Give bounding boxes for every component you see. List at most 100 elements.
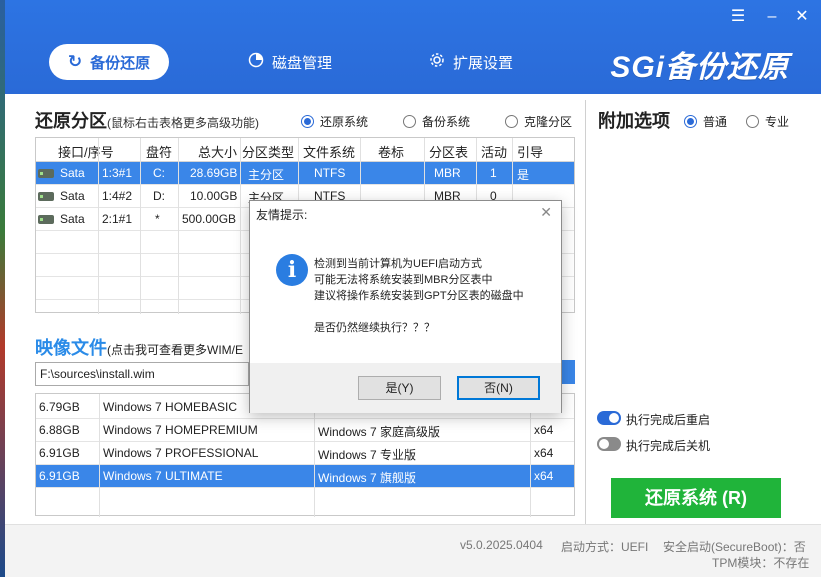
cell: Sata bbox=[60, 189, 85, 203]
dialog-footer: 是(Y) 否(N) bbox=[250, 363, 561, 413]
toggle-label: 执行完成后重启 bbox=[626, 413, 711, 427]
column-divider bbox=[99, 394, 100, 517]
column-divider bbox=[178, 138, 179, 314]
radio-dot bbox=[684, 115, 697, 128]
cell: 是 bbox=[517, 168, 530, 182]
boot-mode-text: 启动方式：UEFI bbox=[561, 540, 649, 554]
radio-dot bbox=[505, 115, 518, 128]
tab-backup-restore[interactable]: ↻ 备份还原 bbox=[49, 44, 169, 80]
cell: 主分区 bbox=[248, 168, 285, 182]
dialog-question: 是否仍然继续执行？？？ bbox=[314, 322, 435, 334]
disk-icon bbox=[38, 192, 54, 201]
dialog-title: 友情提示: bbox=[256, 208, 308, 222]
close-icon[interactable]: ✕ bbox=[791, 8, 813, 26]
pie-chart-icon bbox=[248, 52, 264, 72]
cell: 1 bbox=[490, 166, 497, 180]
cell: 6.79GB bbox=[39, 400, 80, 414]
toggle-shutdown-after[interactable] bbox=[597, 437, 621, 451]
toggle-restart-after[interactable] bbox=[597, 411, 621, 425]
radio-label: 专业 bbox=[765, 115, 790, 129]
dialog-message-line: 检测到当前计算机为UEFI启动方式 bbox=[314, 258, 483, 270]
cell: NTFS bbox=[314, 166, 346, 180]
cell: 28.69GB bbox=[190, 166, 238, 180]
tab-disk-management[interactable]: 磁盘管理 bbox=[248, 44, 332, 80]
col-header[interactable]: 接口/序号 bbox=[58, 142, 114, 161]
radio-dot bbox=[301, 115, 314, 128]
menu-icon[interactable]: ☰ bbox=[727, 8, 749, 26]
radio-clone-partition[interactable]: 克隆分区 bbox=[505, 113, 572, 130]
dialog-message-line: 可能无法将系统安装到MBR分区表中 bbox=[314, 274, 493, 286]
partition-section-title: 还原分区(鼠标右击表格更多高级功能) bbox=[35, 107, 259, 133]
image-path-input[interactable]: F:\sources\install.wim bbox=[35, 362, 249, 386]
tab-label: 磁盘管理 bbox=[272, 54, 333, 72]
radio-label: 备份系统 bbox=[422, 115, 471, 129]
col-header[interactable]: 总大小 bbox=[198, 142, 237, 161]
col-header[interactable]: 卷标 bbox=[378, 142, 404, 161]
col-header[interactable]: 活动 bbox=[481, 142, 507, 161]
table-row[interactable]: 6.91GB Windows 7 PROFESSIONAL Windows 7 … bbox=[36, 442, 574, 465]
warning-dialog: 友情提示: ✕ i 检测到当前计算机为UEFI启动方式 可能无法将系统安装到MB… bbox=[249, 200, 562, 413]
cell: x64 bbox=[534, 469, 554, 483]
cell: Windows 7 ULTIMATE bbox=[103, 469, 223, 483]
toggle-label: 执行完成后关机 bbox=[626, 439, 711, 453]
image-title: 映像文件 bbox=[35, 338, 107, 358]
column-divider bbox=[240, 138, 241, 314]
cell: 6.91GB bbox=[39, 469, 80, 483]
cell: x64 bbox=[534, 423, 554, 437]
tab-label: 扩展设置 bbox=[453, 54, 514, 72]
info-icon: i bbox=[276, 254, 308, 286]
restore-system-button[interactable]: 还原系统 (R) bbox=[611, 478, 781, 518]
image-section-title[interactable]: 映像文件(点击我可查看更多WIM/E bbox=[35, 334, 243, 360]
tab-extended-settings[interactable]: 扩展设置 bbox=[429, 44, 513, 80]
radio-restore-system[interactable]: 还原系统 bbox=[301, 113, 368, 130]
disk-icon bbox=[38, 215, 54, 224]
cell: Sata bbox=[60, 166, 85, 180]
cell: Windows 7 HOMEPREMIUM bbox=[103, 423, 258, 437]
table-row[interactable]: 6.91GB Windows 7 ULTIMATE Windows 7 旗舰版 … bbox=[36, 465, 574, 488]
radio-dot bbox=[403, 115, 416, 128]
cell: 6.91GB bbox=[39, 446, 80, 460]
radio-backup-system[interactable]: 备份系统 bbox=[403, 113, 470, 130]
close-icon[interactable]: ✕ bbox=[540, 204, 552, 221]
radio-pro-mode[interactable]: 专业 bbox=[746, 113, 789, 130]
column-divider bbox=[140, 138, 141, 314]
no-button[interactable]: 否(N) bbox=[457, 376, 540, 400]
yes-button[interactable]: 是(Y) bbox=[358, 376, 441, 400]
cell: Windows 7 PROFESSIONAL bbox=[103, 446, 259, 460]
partition-table-header: 接口/序号 盘符 总大小 分区类型 文件系统 卷标 分区表 活动 引导 bbox=[36, 138, 574, 162]
cell: 1:3#1 bbox=[102, 166, 133, 180]
cell: D: bbox=[153, 189, 165, 203]
table-row[interactable]: Sata 1:3#1 C: 28.69GB 主分区 NTFS MBR 1 是 bbox=[36, 162, 574, 185]
tab-label: 备份还原 bbox=[90, 54, 151, 72]
partition-subtitle: (鼠标右击表格更多高级功能) bbox=[107, 116, 259, 130]
col-header[interactable]: 引导 bbox=[517, 142, 543, 161]
table-row[interactable]: 6.88GB Windows 7 HOMEPREMIUM Windows 7 家… bbox=[36, 419, 574, 442]
cell: Sata bbox=[60, 212, 85, 226]
cell: Windows 7 旗舰版 bbox=[318, 471, 417, 485]
col-header[interactable]: 分区类型 bbox=[242, 142, 294, 161]
brand-logo: SGi备份还原 bbox=[610, 51, 789, 84]
minimize-icon[interactable]: – bbox=[761, 8, 783, 26]
options-title: 附加选项 bbox=[598, 111, 670, 131]
radio-dot bbox=[746, 115, 759, 128]
col-header[interactable]: 文件系统 bbox=[303, 142, 355, 161]
radio-label: 克隆分区 bbox=[524, 115, 573, 129]
header-bar: ☰ – ✕ ↻ 备份还原 磁盘管理 扩展设置 SGi备份还原 bbox=[5, 0, 821, 94]
refresh-icon: ↻ bbox=[67, 52, 83, 71]
image-subtitle: (点击我可查看更多WIM/E bbox=[107, 343, 243, 357]
secure-boot-text: 安全启动(SecureBoot)：否 bbox=[663, 540, 806, 554]
col-header[interactable]: 分区表 bbox=[429, 142, 468, 161]
radio-label: 还原系统 bbox=[320, 115, 369, 129]
column-divider bbox=[98, 138, 99, 314]
gear-icon bbox=[429, 52, 445, 72]
radio-normal-mode[interactable]: 普通 bbox=[684, 113, 727, 130]
cell: MBR bbox=[434, 166, 461, 180]
cell: x64 bbox=[534, 446, 554, 460]
cell: Windows 7 HOMEBASIC bbox=[103, 400, 238, 414]
version-text: v5.0.2025.0404 bbox=[460, 538, 543, 552]
col-header[interactable]: 盘符 bbox=[146, 142, 172, 161]
disk-icon bbox=[38, 169, 54, 178]
radio-label: 普通 bbox=[703, 115, 728, 129]
cell: 1:4#2 bbox=[102, 189, 133, 203]
cell: Windows 7 专业版 bbox=[318, 448, 417, 462]
